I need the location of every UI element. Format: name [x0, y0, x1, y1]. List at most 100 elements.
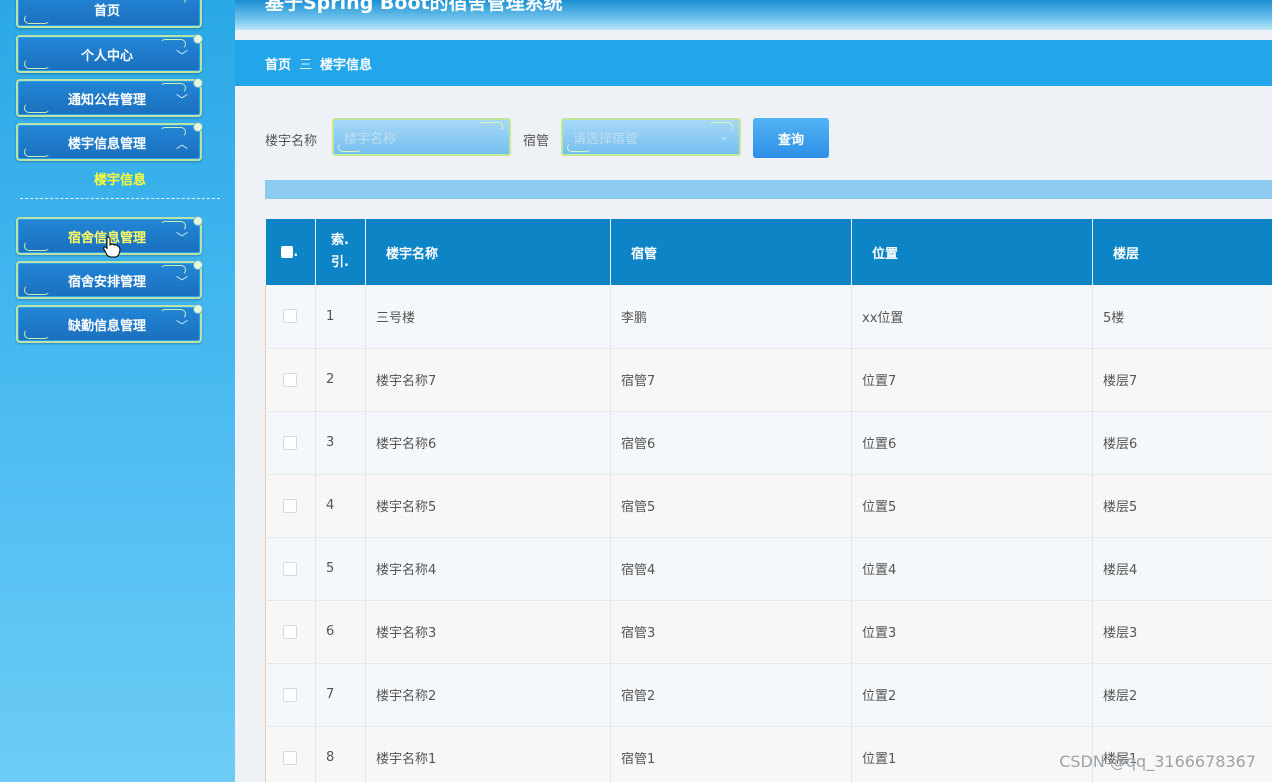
cell-location: 位置6	[851, 411, 1093, 475]
sidebar-item-home[interactable]: 首页	[16, 0, 202, 28]
header-index: 索.引.	[315, 219, 366, 285]
cell-building-name: 楼宇名称6	[365, 411, 611, 475]
cell-manager: 宿管5	[610, 474, 852, 538]
table-row[interactable]: 3 楼宇名称6 宿管6 位置6 楼层6	[265, 411, 1272, 475]
cell-index: 6	[315, 600, 366, 664]
sidebar-item-label: 缺勤信息管理	[67, 318, 146, 334]
cell-index: 3	[315, 411, 366, 475]
cell-location: 位置2	[851, 663, 1093, 727]
chevron-down-icon: ﹀	[175, 93, 188, 107]
cell-building-name: 三号楼	[365, 285, 611, 349]
table-row[interactable]: 2 楼宇名称7 宿管7 位置7 楼层7	[265, 348, 1272, 412]
cell-manager: 宿管7	[610, 348, 852, 412]
header-building-name[interactable]: 楼宇名称	[365, 219, 611, 285]
breadcrumb-current: 楼宇信息	[320, 57, 373, 73]
cell-index: 4	[315, 474, 366, 538]
cell-location: 位置5	[851, 474, 1093, 538]
cell-building-name: 楼宇名称1	[365, 726, 611, 782]
cell-manager: 宿管2	[610, 663, 852, 727]
row-checkbox[interactable]	[265, 348, 316, 412]
query-button[interactable]: 查询	[753, 118, 829, 158]
top-header: 基于Spring Boot的宿舍管理系统	[235, 0, 1272, 30]
cell-manager: 宿管3	[610, 600, 852, 664]
cell-manager: 李鹏	[610, 285, 852, 349]
hand-cursor-icon	[103, 236, 121, 258]
sidebar-item-label: 个人中心	[80, 48, 133, 64]
cell-floor: 楼层4	[1092, 537, 1272, 601]
table-row[interactable]: 4 楼宇名称5 宿管5 位置5 楼层5	[265, 474, 1272, 538]
table-row[interactable]: 1 三号楼 李鹏 xx位置 5楼	[265, 285, 1272, 349]
cell-floor: 楼层3	[1092, 600, 1272, 664]
checkbox-icon	[283, 750, 297, 765]
chevron-down-icon: ﹀	[175, 231, 188, 245]
cell-index: 7	[315, 663, 366, 727]
breadcrumb-home[interactable]: 首页	[265, 54, 291, 73]
cell-building-name: 楼宇名称3	[365, 600, 611, 664]
header-floor[interactable]: 楼层	[1092, 219, 1272, 285]
cell-building-name: 楼宇名称5	[365, 474, 611, 538]
chevron-down-icon: ﹀	[175, 319, 188, 333]
action-bar	[265, 180, 1272, 199]
row-checkbox[interactable]	[265, 600, 316, 664]
table-header-row: . 索.引. 楼宇名称 宿管 位置 楼层	[265, 219, 1272, 285]
building-name-input[interactable]: 楼宇名称	[332, 118, 511, 156]
select-all-checkbox[interactable]: .	[265, 219, 316, 285]
sidebar-item-notices[interactable]: 通知公告管理 ﹀	[16, 78, 203, 117]
cell-location: 位置3	[851, 600, 1093, 664]
row-checkbox[interactable]	[265, 537, 316, 601]
chevron-up-icon: ︿	[175, 137, 188, 151]
cell-location: 位置7	[851, 348, 1093, 412]
table-row[interactable]: 6 楼宇名称3 宿管3 位置3 楼层3	[265, 600, 1272, 664]
chevron-down-icon: ﹀	[175, 49, 188, 63]
app-title: 基于Spring Boot的宿舍管理系统	[265, 0, 563, 14]
sidebar-item-buildings[interactable]: 楼宇信息管理 ︿	[16, 122, 203, 161]
cell-index: 1	[315, 285, 366, 349]
chevron-down-icon: ﹀	[175, 275, 188, 289]
checkbox-icon	[283, 624, 297, 639]
row-checkbox[interactable]	[265, 726, 316, 782]
cell-floor: 楼层2	[1092, 663, 1272, 727]
checkbox-icon	[283, 372, 297, 387]
table-row[interactable]: 7 楼宇名称2 宿管2 位置2 楼层2	[265, 663, 1272, 727]
header-manager[interactable]: 宿管	[610, 219, 852, 285]
cell-manager: 宿管6	[610, 411, 852, 475]
checkbox-icon	[283, 309, 297, 324]
checkbox-icon	[281, 246, 294, 258]
cell-floor: 楼层7	[1092, 348, 1272, 412]
breadcrumb: 首页 三 楼宇信息	[235, 40, 1272, 86]
cell-manager: 宿管4	[610, 537, 852, 601]
cell-manager: 宿管1	[610, 726, 852, 782]
header-location[interactable]: 位置	[851, 219, 1093, 285]
chevron-down-icon: ⌄	[719, 130, 729, 143]
cell-building-name: 楼宇名称2	[365, 663, 611, 727]
sidebar: 首页 个人中心 ﹀ 通知公告管理 ﹀ 楼宇信息管理 ︿ 楼宇信息 宿舍信息管理 …	[0, 0, 235, 782]
data-table: . 索.引. 楼宇名称 宿管 位置 楼层 1 三号楼 李鹏 xx位置 5楼 2 楼宇名称7 宿…	[265, 219, 1272, 782]
watermark: CSDN @qq_3166678367	[1059, 752, 1256, 771]
cell-floor: 楼层6	[1092, 411, 1272, 475]
row-checkbox[interactable]	[265, 285, 316, 349]
checkbox-icon	[283, 687, 297, 702]
submenu-item-label: 楼宇信息	[93, 173, 146, 188]
sidebar-item-label: 楼宇信息管理	[67, 136, 146, 152]
cell-location: 位置4	[851, 537, 1093, 601]
cell-index: 8	[315, 726, 366, 782]
checkbox-icon	[283, 435, 297, 450]
checkbox-icon	[283, 561, 297, 576]
sidebar-item-arrangement[interactable]: 宿舍安排管理 ﹀	[16, 260, 203, 299]
sidebar-item-label: 首页	[93, 3, 120, 19]
row-checkbox[interactable]	[265, 474, 316, 538]
cell-location: 位置1	[851, 726, 1093, 782]
cell-index: 2	[315, 348, 366, 412]
manager-select[interactable]: 请选择宿管 ⌄	[561, 118, 741, 156]
breadcrumb-separator: 三	[299, 57, 313, 73]
cell-floor: 5楼	[1092, 285, 1272, 349]
row-checkbox[interactable]	[265, 663, 316, 727]
row-checkbox[interactable]	[265, 411, 316, 475]
table-row[interactable]: 5 楼宇名称4 宿管4 位置4 楼层4	[265, 537, 1272, 601]
sidebar-item-label: 通知公告管理	[67, 92, 146, 108]
submenu-item-building-info[interactable]: 楼宇信息	[20, 172, 220, 199]
sidebar-item-absence[interactable]: 缺勤信息管理 ﹀	[16, 304, 203, 343]
sidebar-item-label: 宿舍安排管理	[67, 274, 146, 290]
sidebar-item-profile[interactable]: 个人中心 ﹀	[16, 34, 203, 73]
cell-index: 5	[315, 537, 366, 601]
